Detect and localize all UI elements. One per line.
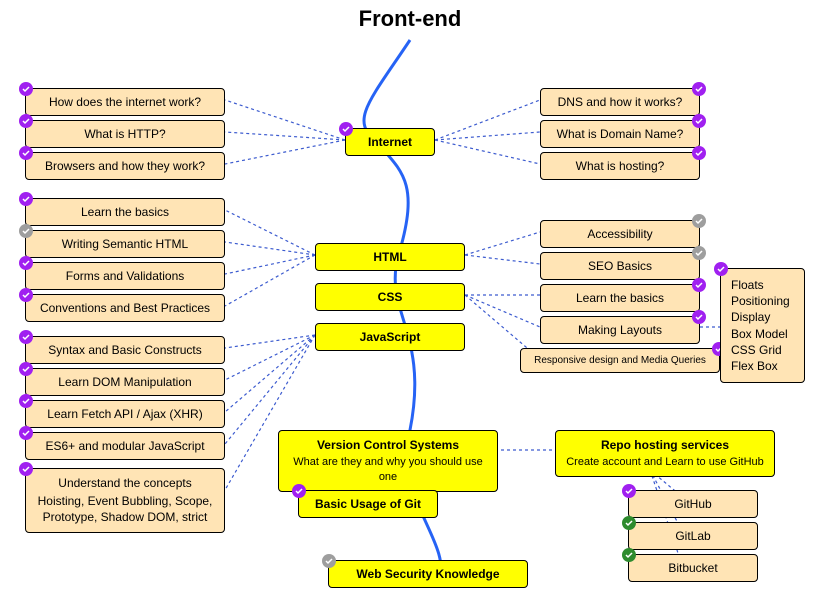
node-label: Web Security Knowledge — [356, 567, 499, 581]
node-html[interactable]: HTML — [315, 243, 465, 271]
leaf-gitlab[interactable]: GitLab — [628, 522, 758, 550]
check-icon — [692, 246, 706, 260]
leaf-label: Syntax and Basic Constructs — [48, 343, 201, 357]
page-title: Front-end — [0, 6, 820, 32]
node-css[interactable]: CSS — [315, 283, 465, 311]
layout-item: Display — [731, 309, 794, 325]
node-label: Repo hosting services — [601, 438, 729, 452]
node-label: Basic Usage of Git — [315, 497, 421, 511]
leaf-label: Writing Semantic HTML — [62, 237, 188, 251]
check-icon — [322, 554, 336, 568]
leaf-html-conventions[interactable]: Conventions and Best Practices — [25, 294, 225, 322]
leaf-label: How does the internet work? — [49, 95, 201, 109]
leaf-html-basics[interactable]: Learn the basics — [25, 198, 225, 226]
leaf-label: Bitbucket — [668, 561, 717, 575]
leaf-label: Learn DOM Manipulation — [58, 375, 191, 389]
leaf-js-syntax[interactable]: Syntax and Basic Constructs — [25, 336, 225, 364]
check-icon — [19, 462, 33, 476]
check-icon — [19, 146, 33, 160]
check-icon — [292, 484, 306, 498]
leaf-label: Learn the basics — [81, 205, 169, 219]
check-icon — [19, 330, 33, 344]
check-icon — [692, 82, 706, 96]
leaf-label: GitLab — [675, 529, 710, 543]
leaf-js-es6[interactable]: ES6+ and modular JavaScript — [25, 432, 225, 460]
check-icon — [19, 192, 33, 206]
check-icon — [692, 214, 706, 228]
check-icon — [692, 310, 706, 324]
leaf-css-basics[interactable]: Learn the basics — [540, 284, 700, 312]
node-javascript[interactable]: JavaScript — [315, 323, 465, 351]
node-subtitle: Create account and Learn to use GitHub — [566, 455, 764, 470]
check-icon — [19, 288, 33, 302]
layout-item: Flex Box — [731, 358, 794, 374]
concepts-title: Understand the concepts — [36, 475, 214, 491]
concepts-body: Hoisting, Event Bubbling, Scope, Prototy… — [36, 493, 214, 525]
leaf-bitbucket[interactable]: Bitbucket — [628, 554, 758, 582]
leaf-label: Browsers and how they work? — [45, 159, 205, 173]
leaf-internet-dns[interactable]: DNS and how it works? — [540, 88, 700, 116]
layout-item: CSS Grid — [731, 342, 794, 358]
node-vcs[interactable]: Version Control Systems What are they an… — [278, 430, 498, 492]
leaf-label: Learn the basics — [576, 291, 664, 305]
leaf-label: GitHub — [674, 497, 711, 511]
leaf-internet-browsers[interactable]: Browsers and how they work? — [25, 152, 225, 180]
leaf-css-layouts[interactable]: Making Layouts — [540, 316, 700, 344]
leaf-github[interactable]: GitHub — [628, 490, 758, 518]
layout-item: Floats — [731, 277, 794, 293]
leaf-label: Accessibility — [587, 227, 652, 241]
leaf-label: ES6+ and modular JavaScript — [45, 439, 204, 453]
node-repo[interactable]: Repo hosting services Create account and… — [555, 430, 775, 477]
leaf-label: What is Domain Name? — [557, 127, 684, 141]
leaf-label: What is hosting? — [576, 159, 665, 173]
leaf-label: DNS and how it works? — [558, 95, 683, 109]
leaf-seo[interactable]: SEO Basics — [540, 252, 700, 280]
check-icon — [19, 114, 33, 128]
node-label: HTML — [373, 250, 406, 264]
check-icon — [19, 224, 33, 238]
node-internet[interactable]: Internet — [345, 128, 435, 156]
leaf-accessibility[interactable]: Accessibility — [540, 220, 700, 248]
node-label: Version Control Systems — [317, 438, 459, 452]
check-icon — [19, 362, 33, 376]
node-label: JavaScript — [360, 330, 421, 344]
check-icon — [339, 122, 353, 136]
node-label: Internet — [368, 135, 412, 149]
leaf-html-forms[interactable]: Forms and Validations — [25, 262, 225, 290]
check-icon — [19, 426, 33, 440]
check-icon — [714, 262, 728, 276]
layout-item: Box Model — [731, 326, 794, 342]
check-icon — [19, 256, 33, 270]
node-label: CSS — [378, 290, 403, 304]
check-icon — [622, 548, 636, 562]
leaf-internet-hosting[interactable]: What is hosting? — [540, 152, 700, 180]
check-icon — [692, 278, 706, 292]
check-icon — [19, 82, 33, 96]
node-git[interactable]: Basic Usage of Git — [298, 490, 438, 518]
leaf-label: Conventions and Best Practices — [40, 301, 210, 315]
leaf-label: What is HTTP? — [84, 127, 165, 141]
check-icon — [19, 394, 33, 408]
node-websec[interactable]: Web Security Knowledge — [328, 560, 528, 588]
leaf-internet-http[interactable]: What is HTTP? — [25, 120, 225, 148]
leaf-js-concepts[interactable]: Understand the concepts Hoisting, Event … — [25, 468, 225, 533]
leaf-label: SEO Basics — [588, 259, 652, 273]
leaf-js-dom[interactable]: Learn DOM Manipulation — [25, 368, 225, 396]
leaf-layout-list[interactable]: Floats Positioning Display Box Model CSS… — [720, 268, 805, 383]
node-subtitle: What are they and why you should use one — [289, 455, 487, 485]
check-icon — [622, 484, 636, 498]
leaf-css-responsive[interactable]: Responsive design and Media Queries — [520, 348, 720, 373]
leaf-label: Making Layouts — [578, 323, 662, 337]
check-icon — [622, 516, 636, 530]
leaf-internet-how[interactable]: How does the internet work? — [25, 88, 225, 116]
leaf-html-semantic[interactable]: Writing Semantic HTML — [25, 230, 225, 258]
check-icon — [692, 114, 706, 128]
check-icon — [692, 146, 706, 160]
leaf-label: Responsive design and Media Queries — [534, 355, 706, 366]
layout-item: Positioning — [731, 293, 794, 309]
leaf-js-fetch[interactable]: Learn Fetch API / Ajax (XHR) — [25, 400, 225, 428]
leaf-internet-domain[interactable]: What is Domain Name? — [540, 120, 700, 148]
leaf-label: Learn Fetch API / Ajax (XHR) — [47, 407, 202, 421]
leaf-label: Forms and Validations — [66, 269, 185, 283]
